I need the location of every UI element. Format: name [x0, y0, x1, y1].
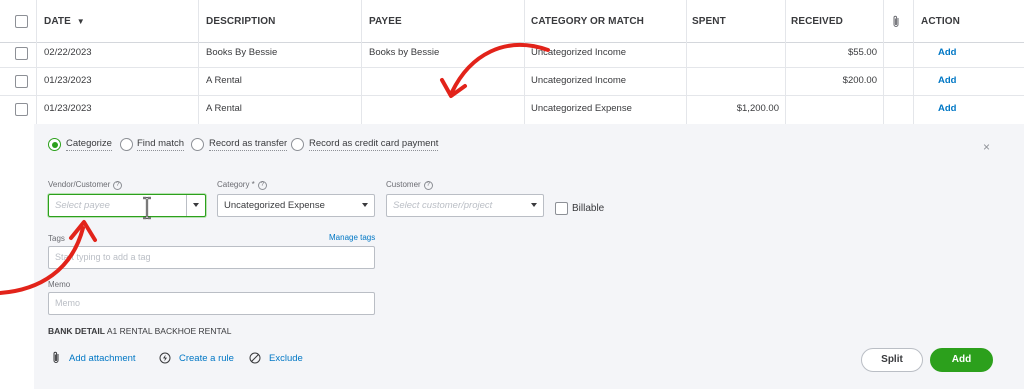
category-label: Category *? [217, 180, 267, 190]
add-attachment-link[interactable]: Add attachment [69, 353, 136, 364]
close-icon[interactable]: × [983, 140, 990, 154]
categorize-label[interactable]: Categorize [66, 138, 112, 151]
record-transfer-label[interactable]: Record as transfer [209, 138, 288, 151]
tags-label: Tags [48, 234, 65, 243]
row-add-link[interactable]: Add [938, 95, 956, 123]
record-transfer-radio[interactable] [191, 138, 204, 151]
memo-placeholder: Memo [55, 298, 81, 308]
split-button[interactable]: Split [861, 348, 923, 372]
row-checkbox[interactable] [15, 75, 28, 88]
table-row[interactable]: 02/22/2023 Books By Bessie Books by Bess… [0, 39, 1024, 68]
row-received: $200.00 [842, 75, 877, 86]
sort-desc-icon: ▼ [76, 17, 85, 26]
help-icon: ? [423, 181, 433, 190]
transaction-detail-panel: Categorize Find match Record as transfer… [34, 124, 1024, 389]
memo-label: Memo [48, 280, 71, 289]
table-header: DATE ▼ DESCRIPTION PAYEE CATEGORY OR MAT… [0, 0, 1024, 43]
column-description-header: DESCRIPTION [206, 16, 276, 27]
help-icon: ? [113, 181, 123, 190]
row-date: 02/22/2023 [44, 47, 92, 58]
customer-select[interactable]: Select customer/project [386, 194, 544, 217]
bank-detail-value: A1 RENTAL BACKHOE RENTAL [106, 326, 232, 336]
billable-checkbox[interactable] [555, 202, 568, 215]
row-description: A Rental [206, 103, 242, 114]
row-add-link[interactable]: Add [938, 67, 956, 95]
row-category: Uncategorized Income [531, 75, 627, 86]
add-button[interactable]: Add [930, 348, 993, 372]
select-all-checkbox[interactable] [15, 15, 28, 28]
row-received [791, 95, 877, 123]
record-cc-payment-label[interactable]: Record as credit card payment [309, 138, 439, 151]
column-date-header[interactable]: DATE ▼ [44, 0, 85, 42]
vendor-select[interactable]: Select payee [48, 194, 206, 217]
lightning-circle-icon [159, 352, 171, 364]
row-payee: Books by Bessie [369, 47, 440, 58]
row-checkbox[interactable] [15, 103, 28, 116]
row-category: Uncategorized Income [531, 47, 627, 58]
row-spent [692, 39, 779, 67]
manage-tags-link[interactable]: Manage tags [329, 233, 375, 242]
create-rule-link[interactable]: Create a rule [179, 353, 234, 364]
billable-label: Billable [572, 203, 605, 214]
tags-placeholder: Start typing to add a tag [55, 252, 151, 262]
record-cc-payment-radio[interactable] [291, 138, 304, 151]
row-checkbox[interactable] [15, 47, 28, 60]
bank-detail: BANK DETAIL A1 RENTAL BACKHOE RENTAL [48, 326, 231, 336]
row-date: 01/23/2023 [44, 103, 92, 114]
find-match-label[interactable]: Find match [137, 138, 184, 151]
bank-detail-label: BANK DETAIL [48, 326, 105, 336]
chevron-down-icon[interactable] [531, 203, 537, 207]
chevron-down-icon[interactable] [193, 203, 199, 207]
ban-circle-icon [249, 352, 261, 364]
category-select[interactable]: Uncategorized Expense [217, 194, 375, 217]
row-spent [692, 67, 779, 95]
category-value: Uncategorized Expense [224, 200, 325, 211]
customer-placeholder: Select customer/project [393, 200, 493, 211]
paperclip-icon [53, 351, 59, 363]
column-spent-header: SPENT [692, 16, 726, 27]
column-action-header: ACTION [921, 16, 960, 27]
table-row-selected[interactable]: 01/23/2023 A Rental Uncategorized Expens… [0, 95, 1024, 123]
text-cursor-icon [143, 196, 151, 220]
select-divider [186, 195, 187, 216]
find-match-radio[interactable] [120, 138, 133, 151]
vendor-placeholder: Select payee [55, 200, 110, 211]
row-received: $55.00 [847, 47, 877, 58]
row-date: 01/23/2023 [44, 75, 92, 86]
tags-input[interactable]: Start typing to add a tag [48, 246, 375, 269]
categorize-radio[interactable] [48, 138, 61, 151]
row-description: A Rental [206, 75, 242, 86]
row-category: Uncategorized Expense [531, 103, 632, 114]
paperclip-icon [892, 0, 900, 42]
memo-input[interactable]: Memo [48, 292, 375, 315]
vendor-label: Vendor/Customer? [48, 180, 123, 190]
table-row[interactable]: 01/23/2023 A Rental Uncategorized Income… [0, 67, 1024, 96]
chevron-down-icon[interactable] [362, 203, 368, 207]
exclude-link[interactable]: Exclude [269, 353, 303, 364]
row-spent: $1,200.00 [736, 103, 779, 114]
column-category-header: CATEGORY OR MATCH [531, 16, 644, 27]
column-received-header: RECEIVED [791, 16, 843, 27]
column-payee-header: PAYEE [369, 16, 402, 27]
row-add-link[interactable]: Add [938, 39, 956, 67]
customer-label: Customer? [386, 180, 433, 190]
row-description: Books By Bessie [206, 47, 278, 58]
help-icon: ? [257, 181, 267, 190]
